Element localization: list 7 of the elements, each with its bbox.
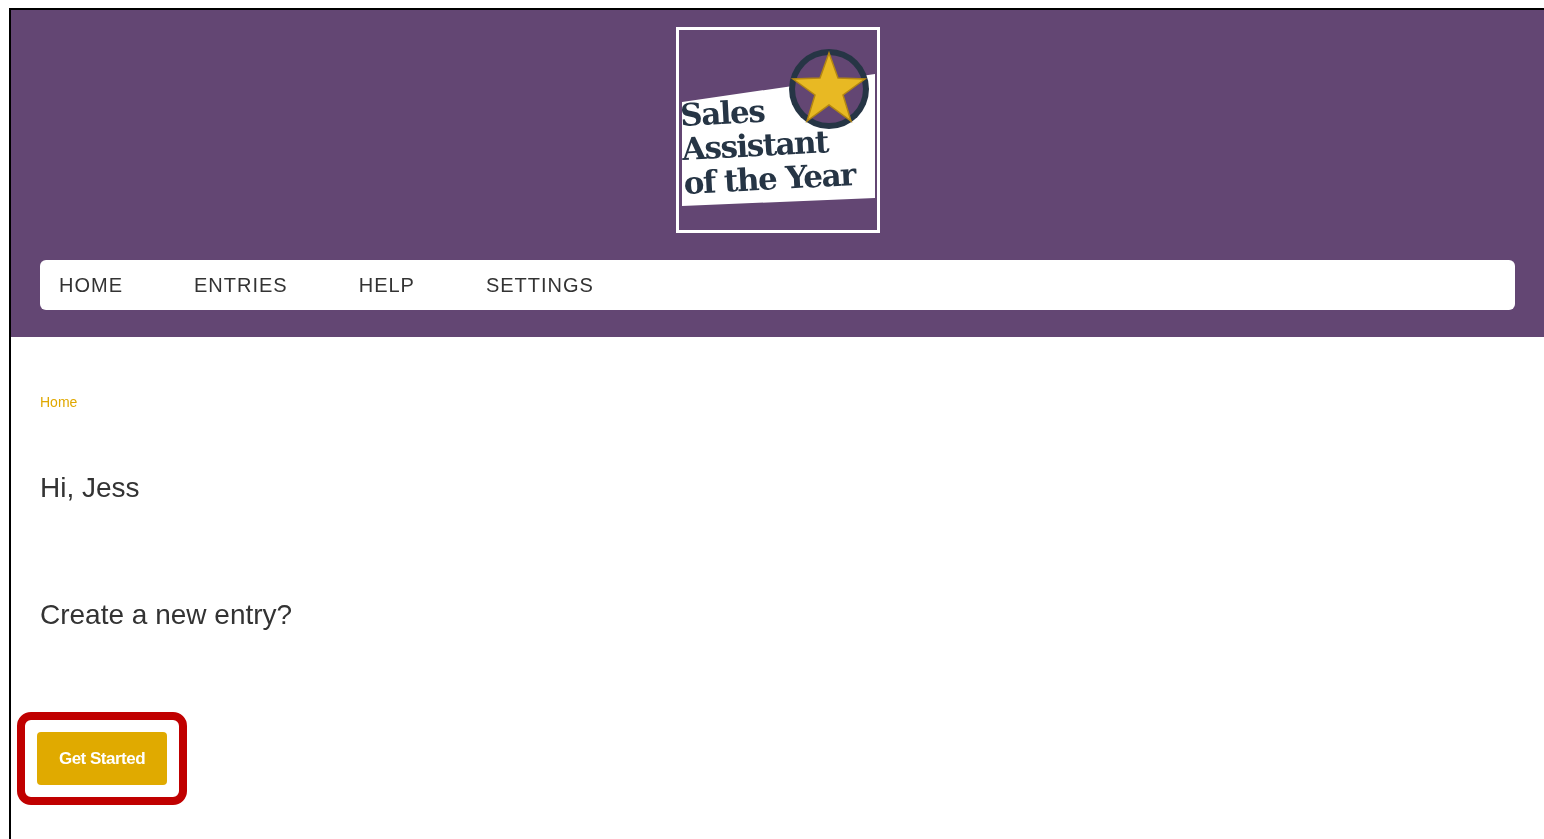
nav-link[interactable]: HELP xyxy=(358,270,415,300)
nav-link[interactable]: SETTINGS xyxy=(485,270,594,300)
nav-link[interactable]: ENTRIES xyxy=(194,270,288,300)
prompt-text: Create a new entry? xyxy=(40,598,293,632)
logo-text: Sales xyxy=(678,91,765,132)
greeting: Hi, Jess xyxy=(40,471,140,505)
nav-link[interactable]: HOME xyxy=(59,270,123,300)
